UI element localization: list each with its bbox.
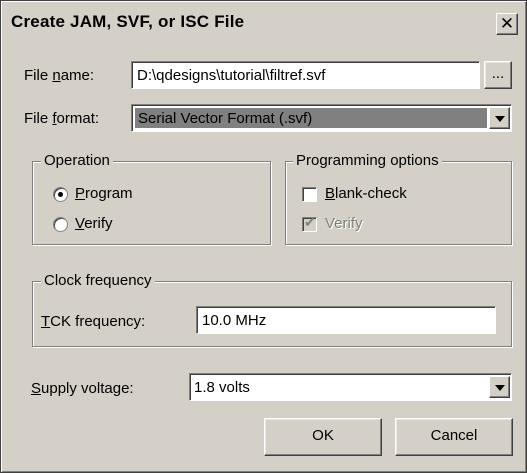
- supply-voltage-select[interactable]: 1.8 volts: [189, 373, 512, 401]
- cancel-button[interactable]: Cancel: [395, 418, 513, 456]
- programming-options-title: Programming options: [293, 152, 442, 169]
- program-radio-label[interactable]: Program: [75, 185, 133, 202]
- verify-checkbox-label: Verify: [325, 215, 363, 232]
- browse-button[interactable]: ...: [484, 61, 512, 89]
- close-button[interactable]: ✕: [496, 13, 518, 35]
- create-file-dialog: Create JAM, SVF, or ISC File ✕ File name…: [0, 0, 527, 473]
- verify-radio[interactable]: [53, 217, 68, 232]
- clock-frequency-title: Clock frequency: [41, 272, 155, 289]
- program-radio[interactable]: [53, 187, 68, 202]
- tck-frequency-label: TCK frequency:: [41, 313, 146, 330]
- supply-voltage-value: 1.8 volts: [194, 379, 250, 396]
- close-icon: ✕: [499, 14, 515, 33]
- chevron-down-icon[interactable]: [489, 376, 510, 398]
- file-name-input[interactable]: D:\qdesigns\tutorial\filtref.svf: [131, 61, 480, 89]
- operation-group: [32, 161, 271, 245]
- title-bar: Create JAM, SVF, or ISC File ✕: [3, 3, 524, 40]
- file-format-value: Serial Vector Format (.svf): [135, 108, 487, 128]
- file-format-select[interactable]: Serial Vector Format (.svf): [131, 104, 512, 132]
- blank-check-checkbox[interactable]: [302, 187, 317, 202]
- file-name-label: File name:: [24, 67, 95, 84]
- verify-checkbox[interactable]: ✔: [302, 214, 317, 232]
- chevron-down-icon[interactable]: [489, 107, 510, 129]
- blank-check-label[interactable]: Blank-check: [325, 185, 407, 202]
- tck-frequency-input[interactable]: 10.0 MHz: [196, 306, 496, 334]
- verify-radio-label[interactable]: Verify: [75, 215, 113, 232]
- file-format-label: File format:: [24, 110, 100, 127]
- dialog-title: Create JAM, SVF, or ISC File: [11, 12, 245, 31]
- operation-group-title: Operation: [41, 152, 113, 169]
- ok-button[interactable]: OK: [264, 418, 382, 456]
- programming-options-group: [285, 161, 512, 245]
- checkmark-icon: ✔: [304, 214, 316, 230]
- supply-voltage-label: Supply voltage:: [31, 380, 134, 397]
